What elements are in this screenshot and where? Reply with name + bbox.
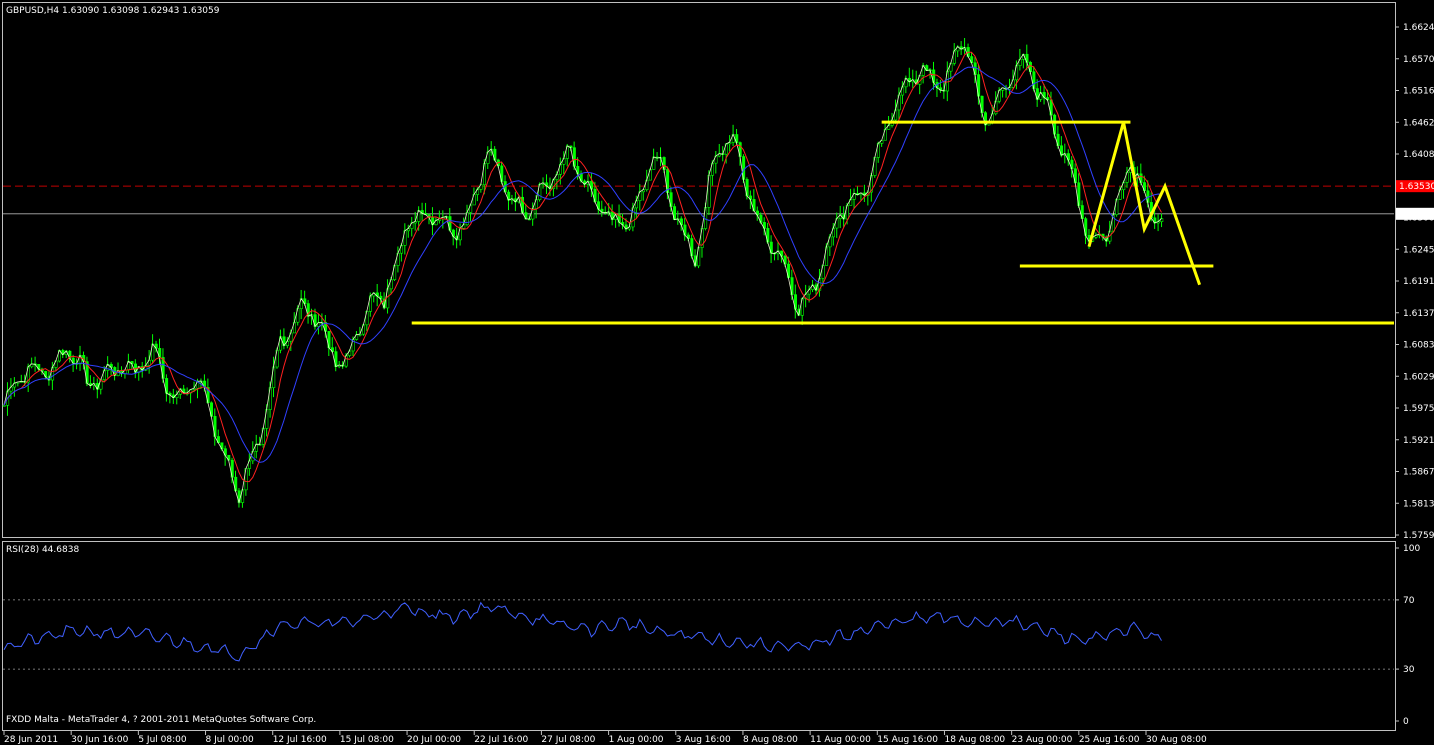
- time-axis: 28 Jun 2011 30 Jun 16:00 5 Jul 08:00 8 Jul …: [3, 731, 1207, 745]
- projection-path: [1087, 121, 1202, 286]
- price-tick-label: 1.62455: [1403, 245, 1434, 255]
- price-tick-label: 1.59750: [1403, 404, 1434, 414]
- price-axis: 1.66240 1.65705 1.65165 1.64625 1.64085 1.635…: [1395, 23, 1434, 541]
- price-tick-label: 1.59210: [1403, 436, 1434, 446]
- trend-annotations[interactable]: [411, 120, 1394, 325]
- rsi-label: RSI(28) 44.6838: [6, 545, 79, 555]
- price-tick-label: 1.64085: [1403, 150, 1434, 160]
- symbol-info: GBPUSD,H4 1.63090 1.63098 1.62943 1.6305…: [6, 6, 220, 16]
- rsi-indicator: 100 70 30 0: [3, 544, 1420, 727]
- price-tick-label: 1.57590: [1403, 531, 1434, 541]
- time-tick-label: 12 Jul 16:00: [273, 735, 327, 745]
- price-labels: 1.63530 1.63059: [1396, 180, 1434, 220]
- price-tick-label: 1.65705: [1403, 55, 1434, 65]
- footer-copyright: FXDD Malta - MetaTrader 4, ? 2001-2011 M…: [6, 715, 316, 725]
- price-tick-label: 1.65165: [1403, 87, 1434, 97]
- time-tick-label: 22 Jul 16:00: [474, 735, 528, 745]
- time-tick-label: 18 Aug 08:00: [944, 735, 1005, 745]
- bid-price-label: 1.63530: [1399, 182, 1434, 192]
- time-tick-label: 8 Jul 00:00: [206, 735, 255, 745]
- time-tick-label: 30 Jun 16:00: [71, 735, 128, 745]
- ma-slow-line: [3, 66, 1162, 463]
- price-tick-label: 1.64625: [1403, 118, 1434, 128]
- time-tick-label: 5 Jul 08:00: [138, 735, 187, 745]
- time-tick-label: 8 Aug 08:00: [743, 735, 798, 745]
- price-tick-label: 1.60830: [1403, 341, 1434, 351]
- moving-averages: [3, 46, 1162, 504]
- price-tick-label: 1.58670: [1403, 468, 1434, 478]
- price-tick-label: 1.61910: [1403, 277, 1434, 287]
- current-price-label: 1.63059: [1399, 210, 1434, 220]
- rsi-panel-frame: [2, 541, 1396, 731]
- time-tick-label: 11 Aug 00:00: [810, 735, 871, 745]
- price-tick-label: 1.60290: [1403, 372, 1434, 382]
- price-tick-label: 1.66240: [1403, 23, 1434, 33]
- time-tick-label: 15 Aug 16:00: [877, 735, 938, 745]
- main-panel-frame: [2, 2, 1396, 538]
- price-chart[interactable]: 1.66240 1.65705 1.65165 1.64625 1.64085 1.635…: [0, 0, 1434, 745]
- time-tick-label: 25 Aug 16:00: [1079, 735, 1140, 745]
- time-tick-label: 27 Jul 08:00: [541, 735, 595, 745]
- time-tick-label: 15 Jul 08:00: [340, 735, 394, 745]
- time-tick-label: 1 Aug 00:00: [609, 735, 664, 745]
- rsi-tick-label: 100: [1403, 544, 1420, 554]
- candle-body: [2, 405, 6, 407]
- time-tick-label: 20 Jul 00:00: [407, 735, 461, 745]
- rsi-tick-label: 30: [1403, 665, 1415, 675]
- time-tick-label: 28 Jun 2011: [4, 735, 58, 745]
- price-tick-label: 1.58130: [1403, 499, 1434, 509]
- ma-mid-line: [3, 51, 1162, 483]
- ma-fast-line: [3, 46, 1162, 504]
- time-tick-label: 3 Aug 16:00: [676, 735, 731, 745]
- time-tick-label: 30 Aug 08:00: [1146, 735, 1207, 745]
- price-tick-label: 1.61370: [1403, 309, 1434, 319]
- time-tick-label: 23 Aug 00:00: [1012, 735, 1073, 745]
- rsi-line: [3, 601, 1162, 662]
- rsi-tick-label: 70: [1403, 596, 1415, 606]
- rsi-tick-label: 0: [1403, 717, 1409, 727]
- candlestick-series: [2, 38, 1164, 508]
